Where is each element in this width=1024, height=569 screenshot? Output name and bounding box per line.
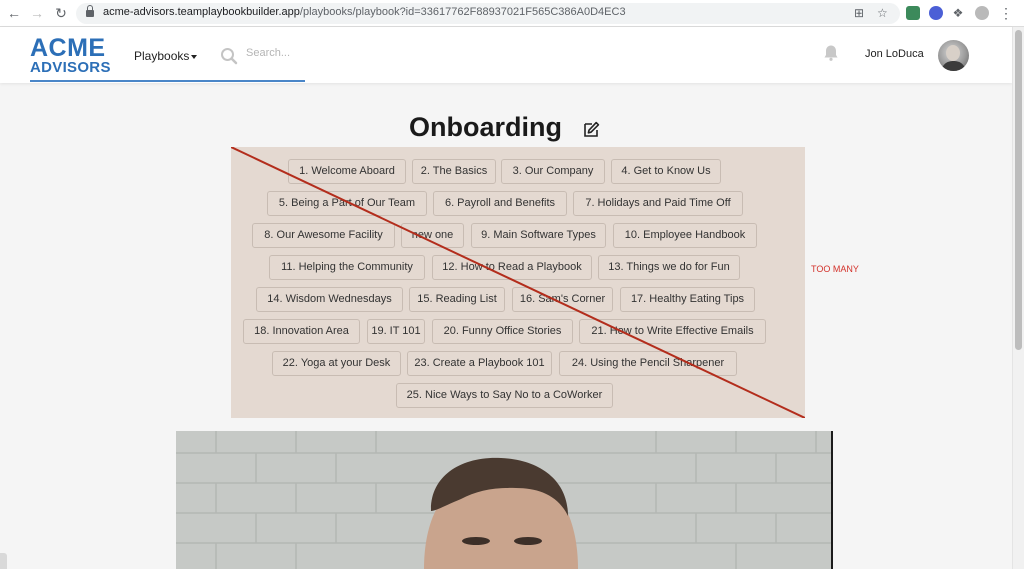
chapter-button[interactable]: 23. Create a Playbook 101 (407, 351, 552, 376)
chapter-button[interactable]: 18. Innovation Area (243, 319, 360, 344)
chapter-button[interactable]: 16. Sam's Corner (512, 287, 613, 312)
scroll-thumb[interactable] (1015, 30, 1022, 350)
chapter-button[interactable]: 2. The Basics (412, 159, 496, 184)
chapter-button[interactable]: 15. Reading List (409, 287, 505, 312)
chapter-button[interactable]: 4. Get to Know Us (611, 159, 721, 184)
forward-icon[interactable]: → (29, 5, 45, 21)
chapter-button[interactable]: 14. Wisdom Wednesdays (256, 287, 403, 312)
notification-bell-icon[interactable] (822, 44, 840, 62)
address-bar[interactable]: acme-advisors.teamplaybookbuilder.app/pl… (76, 3, 900, 24)
chapter-button[interactable]: 7. Holidays and Paid Time Off (573, 191, 743, 216)
back-icon[interactable]: ← (6, 5, 22, 21)
user-name[interactable]: Jon LoDuca (865, 48, 924, 60)
chapter-button[interactable]: 13. Things we do for Fun (598, 255, 740, 280)
profile-icon[interactable] (975, 6, 989, 20)
chapter-button[interactable]: 12. How to Read a Playbook (432, 255, 592, 280)
search-box (220, 41, 306, 69)
chapter-button[interactable]: 6. Payroll and Benefits (433, 191, 567, 216)
chapter-button[interactable]: 10. Employee Handbook (613, 223, 757, 248)
search-icon (221, 48, 238, 65)
chapter-button[interactable]: 20. Funny Office Stories (432, 319, 573, 344)
chapter-button[interactable]: 5. Being a Part of Our Team (267, 191, 427, 216)
chapter-button[interactable]: 3. Our Company (501, 159, 605, 184)
search-input[interactable] (246, 47, 306, 59)
chapter-button[interactable]: 9. Main Software Types (471, 223, 606, 248)
chapter-button[interactable]: 11. Helping the Community (269, 255, 425, 280)
acme-logo[interactable]: ACME ADVISORS (30, 34, 120, 76)
reload-icon[interactable]: ↻ (53, 5, 69, 21)
video-player[interactable] (176, 431, 833, 569)
caret-down-icon (191, 54, 198, 59)
chapter-button[interactable]: 21. How to Write Effective Emails (579, 319, 766, 344)
avatar[interactable] (938, 40, 969, 71)
chapter-list: 1. Welcome Aboard 2. The Basics 3. Our C… (231, 147, 805, 418)
app-header: ACME ADVISORS Playbooks (0, 27, 1012, 83)
logo-line1: ACME (30, 34, 106, 62)
playbooks-dropdown[interactable]: Playbooks (134, 49, 198, 63)
too-many-annotation: TOO MANY (811, 264, 859, 274)
chapter-button[interactable]: 19. IT 101 (367, 319, 425, 344)
page-scrollbar[interactable] (1012, 27, 1024, 569)
url-text: acme-advisors.teamplaybookbuilder.app/pl… (103, 6, 626, 18)
chapter-button[interactable]: 8. Our Awesome Facility (252, 223, 395, 248)
side-tab[interactable] (0, 553, 7, 569)
extensions-puzzle-icon[interactable]: ❖ (950, 5, 966, 21)
extension-gear-icon[interactable] (929, 6, 943, 20)
video-thumbnail (176, 431, 831, 569)
logo-line2: ADVISORS (30, 59, 111, 76)
chapter-button[interactable]: 22. Yoga at your Desk (272, 351, 401, 376)
page-title: Onboarding (409, 112, 562, 142)
browser-toolbar: ← → ↻ acme-advisors.teamplaybookbuilder.… (0, 0, 1024, 27)
chapter-button[interactable]: 1. Welcome Aboard (288, 159, 406, 184)
bookmark-star-icon[interactable]: ☆ (877, 7, 888, 20)
chapter-button[interactable]: 24. Using the Pencil Sharpener (559, 351, 737, 376)
install-icon[interactable]: ⊞ (854, 7, 864, 20)
playbooks-label: Playbooks (134, 49, 190, 63)
chapter-button[interactable]: 17. Healthy Eating Tips (620, 287, 755, 312)
chapter-button[interactable]: new one (401, 223, 464, 248)
lock-icon (86, 5, 94, 17)
browser-menu-icon[interactable]: ⋮ (998, 5, 1014, 21)
chapter-button[interactable]: 25. Nice Ways to Say No to a CoWorker (396, 383, 613, 408)
edit-pencil-icon[interactable] (583, 121, 600, 138)
search-underline (30, 80, 305, 82)
extension-shield-icon[interactable] (906, 6, 920, 20)
